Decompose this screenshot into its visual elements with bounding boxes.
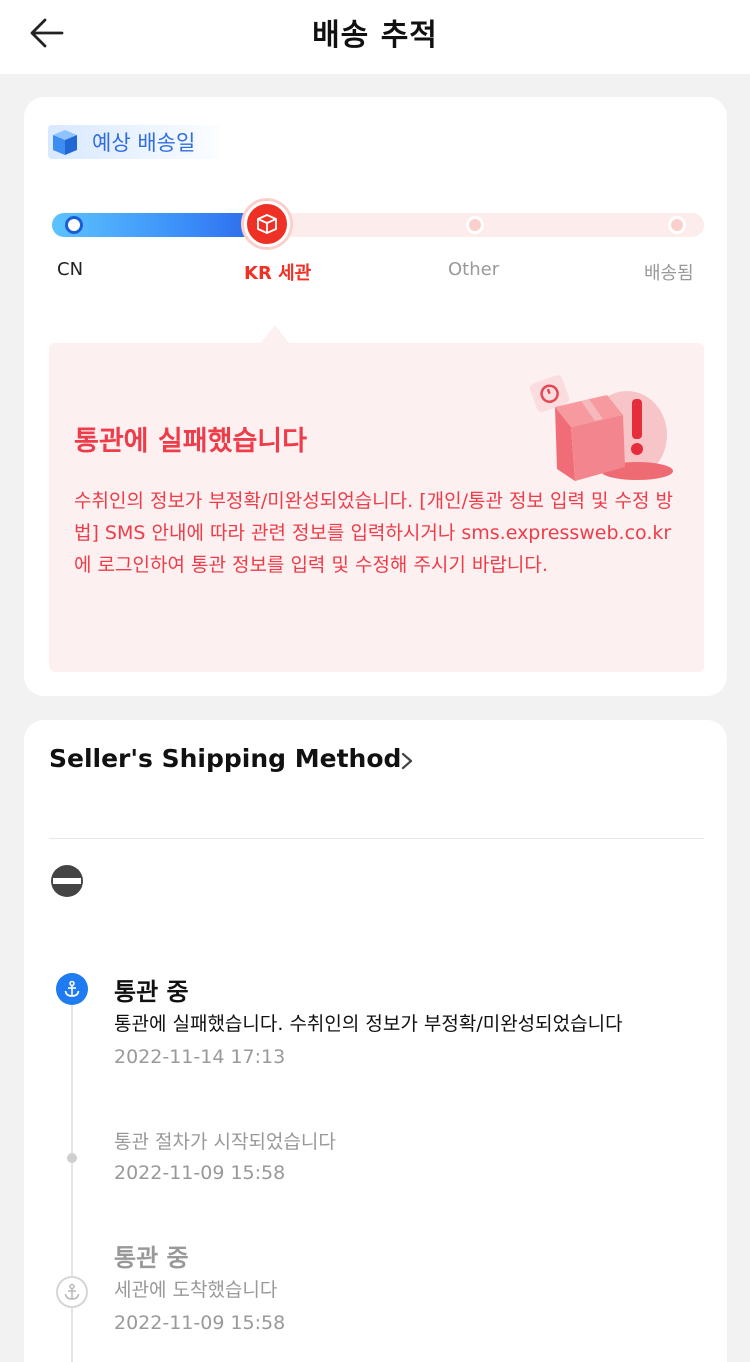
stage-dot-delivered: [668, 216, 686, 234]
event-status: 통관 중: [114, 978, 189, 1006]
shipping-method-row[interactable]: Seller's Shipping Method: [49, 744, 413, 780]
divider: [49, 838, 704, 839]
stage-label-delivered: 배송됨: [644, 263, 694, 284]
event-description: 통관 절차가 시작되었습니다: [114, 1131, 336, 1153]
stage-dot-cn: [65, 216, 83, 234]
box-icon: [257, 214, 277, 234]
timeline-dot: [67, 1153, 77, 1163]
chevron-right-icon: [401, 752, 413, 770]
stage-dot-other: [466, 216, 484, 234]
customs-alert: 통관에 실패했습니다 수취인의 정보가 부정확/미완성되었습니다. [개인/통관…: [49, 343, 704, 672]
alert-title: 통관에 실패했습니다: [74, 426, 307, 457]
estimated-delivery-label: 예상 배송일: [92, 131, 196, 155]
tracking-event: 통관 중 세관에 도착했습니다 2022-11-09 15:58: [114, 1242, 704, 1339]
tracking-event: 통관 중 통관에 실패했습니다. 수취인의 정보가 부정확/미완성되었습니다 2…: [114, 976, 704, 1073]
timeline-marker-active: [56, 973, 88, 1005]
alert-pointer: [260, 325, 290, 344]
anchor-icon: [64, 1283, 80, 1300]
estimated-delivery-card: 예상 배송일 CN KR 세관 Other 배송됨 통관에 실패했습니다 수취인…: [24, 97, 727, 696]
event-description: 세관에 도착했습니다: [114, 1279, 278, 1301]
tracking-event: 통관 절차가 시작되었습니다 2022-11-09 15:58: [114, 1127, 704, 1189]
package-icon: [53, 130, 77, 155]
stage-dot-kr-customs: [244, 201, 290, 247]
event-time: 2022-11-09 15:58: [114, 1162, 286, 1184]
stage-label-cn: CN: [57, 259, 84, 280]
timeline-marker-past: [56, 1276, 88, 1308]
event-time: 2022-11-14 17:13: [114, 1046, 286, 1068]
shipping-method-title: Seller's Shipping Method: [49, 744, 402, 773]
tracking-card: Seller's Shipping Method 통관 중 통관에 실패했습니다…: [24, 720, 727, 1362]
stage-label-kr-customs: KR 세관: [244, 263, 312, 284]
estimated-delivery-header: 예상 배송일: [48, 125, 220, 159]
timeline-line: [71, 1002, 73, 1362]
event-time: 2022-11-09 15:58: [114, 1312, 286, 1334]
alert-message: 수취인의 정보가 부정확/미완성되었습니다. [개인/통관 정보 입력 및 수정…: [74, 490, 673, 576]
stage-label-other: Other: [448, 259, 500, 280]
page-title: 배송 추적: [312, 18, 438, 53]
carrier-logo-icon: [51, 865, 83, 897]
anchor-icon: [64, 980, 80, 997]
event-description: 통관에 실패했습니다. 수취인의 정보가 부정확/미완성되었습니다: [114, 1013, 623, 1035]
customs-failed-box-icon: [529, 375, 673, 481]
top-bar: 배송 추적: [0, 0, 750, 74]
event-status: 통관 중: [114, 1244, 189, 1272]
